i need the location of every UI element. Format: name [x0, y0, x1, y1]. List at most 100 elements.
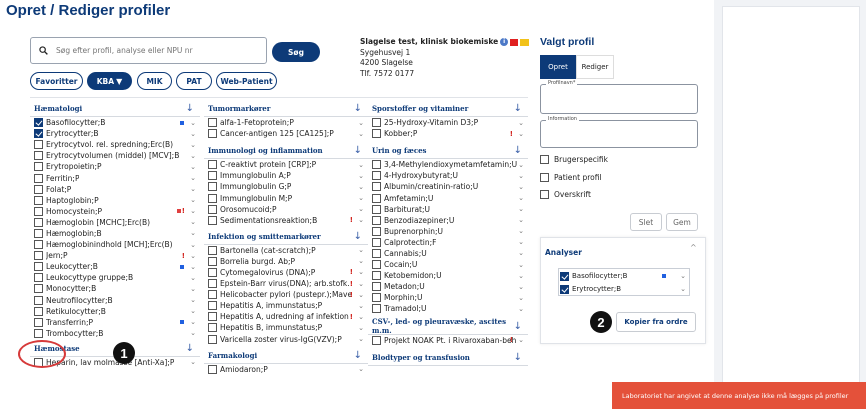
section-tumor[interactable]: Tumormarkører ↓ — [204, 101, 368, 117]
section-urin[interactable]: Urin og fæces ↓ — [368, 143, 528, 160]
analysis-item[interactable]: Hepatitis A, immunstatus;P ⌄ — [204, 300, 368, 311]
selected-analysis-row[interactable]: Basofilocytter;B ⌄ — [560, 270, 688, 282]
checkbox[interactable] — [208, 290, 217, 300]
chevron-down-icon[interactable]: ⌄ — [190, 130, 196, 138]
checkbox[interactable] — [34, 140, 43, 150]
checkbox[interactable] — [208, 215, 217, 225]
chevron-down-icon[interactable]: ⌄ — [518, 205, 524, 213]
chevron-down-icon[interactable]: ⌄ — [518, 238, 524, 246]
checkbox[interactable] — [208, 323, 217, 333]
analysis-item[interactable]: Cocain;U ⌄ — [368, 259, 528, 270]
checkbox[interactable] — [34, 228, 43, 238]
analysis-item[interactable]: Sedimentationsreaktion;B! ⌄ — [204, 215, 368, 226]
chevron-down-icon[interactable]: ⌄ — [190, 218, 196, 226]
analysis-item[interactable]: Erytropoietin;P ⌄ — [30, 161, 200, 172]
analysis-item[interactable]: Albumin/creatinin-ratio;U ⌄ — [368, 181, 528, 192]
analysis-item[interactable]: Kobber;P! ⌄ — [368, 128, 528, 139]
checkbox[interactable] — [34, 195, 43, 205]
chevron-down-icon[interactable]: ⌄ — [358, 335, 364, 343]
arrow-down-icon[interactable]: ↓ — [354, 103, 362, 114]
chevron-down-icon[interactable]: ⌄ — [358, 268, 364, 276]
arrow-down-icon[interactable]: ↓ — [354, 231, 362, 242]
option-overskrift[interactable]: Overskrift — [540, 190, 591, 199]
checkbox[interactable] — [208, 334, 217, 344]
checkbox[interactable] — [540, 190, 549, 199]
analysis-item[interactable]: Hæmoglobinindhold [MCH];Erc(B) ⌄ — [30, 239, 200, 250]
slet-button[interactable]: Slet — [630, 213, 662, 231]
analysis-item[interactable]: Borrelia burgd. Ab;P ⌄ — [204, 256, 368, 267]
arrow-down-icon[interactable]: ↓ — [354, 145, 362, 156]
analysis-item[interactable]: Leukocyttype gruppe;B ⌄ — [30, 272, 200, 283]
checkbox-checked[interactable] — [34, 129, 43, 139]
checkbox[interactable] — [372, 304, 381, 314]
analysis-item[interactable]: Haptoglobin;P ⌄ — [30, 195, 200, 206]
chevron-down-icon[interactable]: ⌄ — [190, 296, 196, 304]
analysis-item[interactable]: Homocystein;P! ⌄ — [30, 206, 200, 217]
chevron-down-icon[interactable]: ⌄ — [190, 196, 196, 204]
arrow-down-icon[interactable]: ↓ — [514, 103, 522, 114]
checkbox[interactable] — [372, 293, 381, 303]
checkbox[interactable] — [372, 282, 381, 292]
chevron-down-icon[interactable]: ⌄ — [680, 272, 686, 280]
analysis-item[interactable]: Erytrocytvolumen (middel) [MCV];B ⌄ — [30, 150, 200, 161]
filter-web-patient[interactable]: Web-Patient — [216, 72, 277, 90]
checkbox-checked[interactable] — [560, 271, 569, 281]
checkbox[interactable] — [34, 162, 43, 172]
analysis-item[interactable]: Basofilocytter;B ⌄ — [30, 117, 200, 128]
chevron-down-icon[interactable]: ⌄ — [518, 119, 524, 127]
analysis-item[interactable]: 3,4-Methylendioxymetamfetamin;U ⌄ — [368, 159, 528, 170]
analysis-item[interactable]: Calprotectin;F ⌄ — [368, 237, 528, 248]
chevron-down-icon[interactable]: ⌄ — [358, 194, 364, 202]
chevron-down-icon[interactable]: ⌄ — [518, 227, 524, 235]
checkbox[interactable] — [34, 317, 43, 327]
checkbox[interactable] — [372, 204, 381, 214]
checkbox[interactable] — [208, 245, 217, 255]
chevron-down-icon[interactable]: ⌄ — [518, 194, 524, 202]
checkbox[interactable] — [372, 335, 381, 345]
checkbox[interactable] — [34, 295, 43, 305]
chevron-down-icon[interactable]: ⌄ — [518, 283, 524, 291]
checkbox[interactable] — [540, 173, 549, 182]
chevron-down-icon[interactable]: ⌄ — [190, 185, 196, 193]
checkbox[interactable] — [372, 271, 381, 281]
chevron-down-icon[interactable]: ⌄ — [190, 318, 196, 326]
checkbox[interactable] — [34, 306, 43, 316]
checkbox[interactable] — [34, 173, 43, 183]
checkbox[interactable] — [372, 182, 381, 192]
chevron-down-icon[interactable]: ⌄ — [190, 307, 196, 315]
analysis-item[interactable]: Leukocytter;B ⌄ — [30, 261, 200, 272]
chevron-down-icon[interactable]: ⌄ — [190, 274, 196, 282]
analysis-item[interactable]: Hæmoglobin [MCHC];Erc(B) ⌄ — [30, 217, 200, 228]
tab-rediger[interactable]: Rediger — [576, 55, 614, 79]
chevron-down-icon[interactable]: ⌄ — [358, 291, 364, 299]
checkbox[interactable] — [372, 118, 381, 128]
analysis-item[interactable]: Helicobacter pylori (pustepr.);Mave! ⌄ — [204, 289, 368, 300]
section-infektion[interactable]: Infektion og smittemarkører ↓ — [204, 229, 368, 245]
analysis-item[interactable]: Hepatitis B, immunstatus;P ⌄ — [204, 322, 368, 333]
chevron-down-icon[interactable]: ⌄ — [190, 207, 196, 215]
checkbox[interactable] — [208, 279, 217, 289]
chevron-down-icon[interactable]: ⌄ — [190, 152, 196, 160]
chevron-down-icon[interactable]: ⌄ — [518, 216, 524, 224]
checkbox[interactable] — [208, 182, 217, 192]
chevron-down-icon[interactable]: ⌄ — [190, 263, 196, 271]
analysis-item[interactable]: Immunglobulin M;P ⌄ — [204, 192, 368, 203]
checkbox[interactable] — [34, 251, 43, 261]
filter-favoritter[interactable]: Favoritter — [30, 72, 83, 90]
checkbox[interactable] — [372, 129, 381, 139]
analysis-item[interactable]: alfa-1-Fetoprotein;P ⌄ — [204, 117, 368, 128]
checkbox[interactable] — [372, 160, 381, 170]
analysis-item[interactable]: Ketobemidon;U ⌄ — [368, 270, 528, 281]
chevron-up-icon[interactable]: ^ — [690, 243, 697, 252]
analysis-item[interactable]: Jern;P! ⌄ — [30, 250, 200, 261]
arrow-down-icon[interactable]: ↓ — [354, 350, 362, 361]
checkbox[interactable] — [372, 248, 381, 258]
checkbox[interactable] — [208, 160, 217, 170]
chevron-down-icon[interactable]: ⌄ — [518, 249, 524, 257]
search-button[interactable]: Søg — [272, 42, 320, 62]
selected-analysis-row[interactable]: Erytrocytter;B ⌄ — [560, 283, 688, 295]
analysis-item[interactable]: Hæmoglobin;B ⌄ — [30, 228, 200, 239]
chevron-down-icon[interactable]: ⌄ — [190, 163, 196, 171]
chevron-down-icon[interactable]: ⌄ — [190, 141, 196, 149]
checkbox[interactable] — [208, 118, 217, 128]
